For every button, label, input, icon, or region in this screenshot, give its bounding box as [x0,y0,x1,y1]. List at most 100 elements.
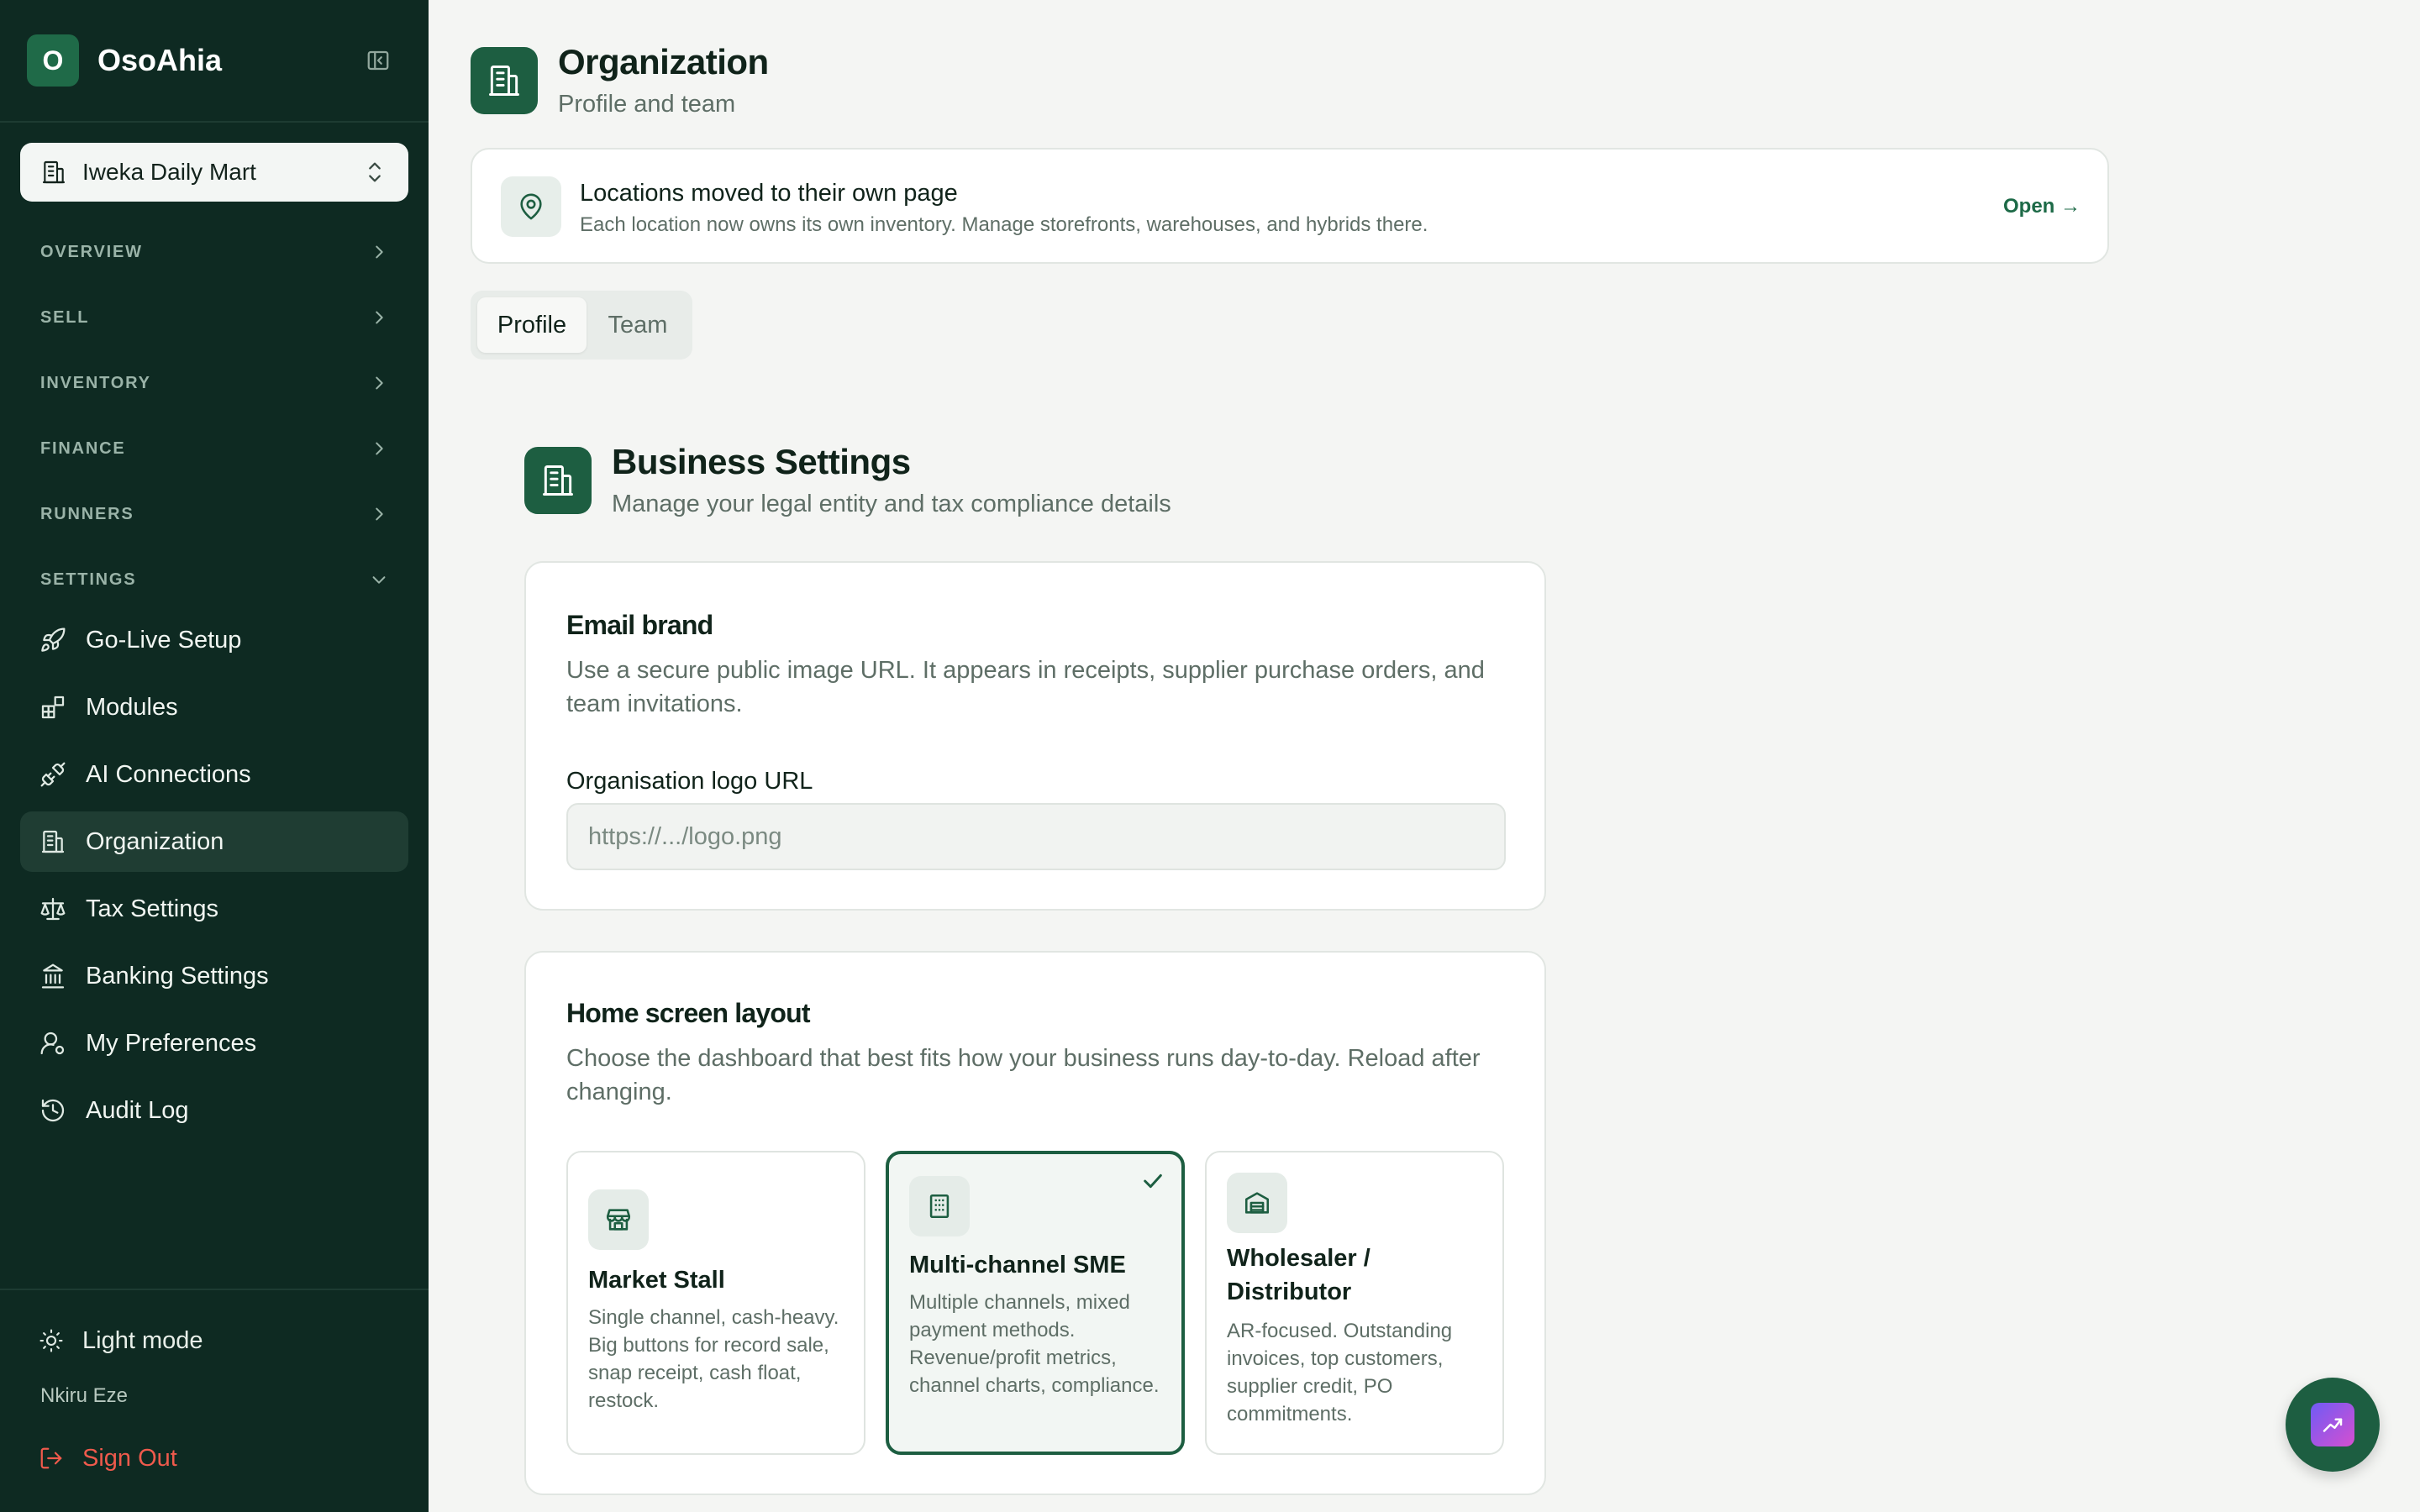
layout-option-description: Single channel, cash-heavy. Big buttons … [588,1306,839,1412]
chevron-right-icon [376,442,383,455]
sidebar: O OsoAhia Iweka Daily Mart OVERVIEW SELL… [0,0,429,1512]
page-title: Organization [558,42,769,81]
email-brand-title: Email brand [566,610,713,640]
logo-url-label: Organisation logo URL [566,768,813,795]
building-icon [39,827,67,856]
layout-option-title: Multi-channel SME [909,1252,1126,1278]
sidebar-item-go-live-setup[interactable]: Go-Live Setup [20,610,408,670]
sign-out-button[interactable]: Sign Out [39,1441,177,1475]
profile-tabs: Profile Team [471,291,692,360]
notice-title: Locations moved to their own page [580,180,958,207]
home-layout-title: Home screen layout [566,998,811,1028]
log-out-icon [40,1447,62,1469]
history-icon [39,1096,67,1125]
sidebar-collapse-button[interactable] [361,44,395,77]
user-name: Nkiru Eze [40,1384,129,1407]
home-layout-description: Choose the dashboard that best fits how … [566,1045,1481,1105]
notice-open-link[interactable]: Open → [2003,195,2081,218]
brand-name: OsoAhia [97,43,223,77]
business-settings-title: Business Settings [612,442,911,481]
light-mode-toggle[interactable]: Light mode [39,1324,203,1357]
chevron-down-icon [372,576,386,584]
sidebar-section-settings[interactable]: SETTINGS [40,563,388,596]
layout-option-multi-channel-sme[interactable]: Multi-channel SME Multiple channels, mix… [886,1151,1185,1455]
business-settings-subtitle: Manage your legal entity and tax complia… [612,491,1171,517]
sidebar-toggle-icon [367,50,389,71]
sidebar-section-label: SELL [40,307,90,327]
layout-option-description: AR-focused. Outstanding invoices, top cu… [1227,1320,1453,1425]
org-selector[interactable]: Iweka Daily Mart [20,143,408,202]
sidebar-divider [0,121,429,123]
tab-team[interactable]: Team [590,297,686,353]
email-brand-description: Use a secure public image URL. It appear… [566,657,1485,717]
business-settings-icon [524,447,592,514]
sidebar-item-label: Organization [86,827,224,855]
store-icon [588,1189,649,1250]
chevron-right-icon [376,507,383,521]
sidebar-item-my-preferences[interactable]: My Preferences [20,1013,408,1074]
building-icon [543,465,573,496]
insights-fab-button[interactable] [2286,1378,2380,1472]
sidebar-section-label: OVERVIEW [40,242,143,261]
page-header-icon [471,47,538,114]
chevron-right-icon [376,245,383,259]
tab-profile[interactable]: Profile [477,297,587,353]
layout-option-title: Wholesaler / Distributor [1227,1245,1370,1305]
sidebar-section-label: FINANCE [40,438,126,458]
sidebar-section-label: INVENTORY [40,373,151,392]
warehouse-icon [1227,1173,1287,1233]
brand-logo: O [27,34,79,87]
sidebar-section-sell[interactable]: SELL [40,301,388,334]
modules-icon [39,693,67,722]
sidebar-item-label: Tax Settings [86,895,218,922]
sidebar-item-label: Banking Settings [86,962,269,990]
org-selector-label: Iweka Daily Mart [82,159,256,185]
rocket-icon [39,626,67,654]
sidebar-section-overview[interactable]: OVERVIEW [40,235,388,269]
home-layout-card: Home screen layout Choose the dashboard … [524,951,1546,1495]
sidebar-footer-divider [0,1289,429,1290]
sidebar-item-ai-connections[interactable]: AI Connections [20,744,408,805]
sidebar-item-banking-settings[interactable]: Banking Settings [20,946,408,1006]
chevron-right-icon [376,311,383,324]
sidebar-section-label: RUNNERS [40,504,134,523]
sidebar-item-audit-log[interactable]: Audit Log [20,1080,408,1141]
locations-notice: Locations moved to their own page Each l… [471,148,2109,264]
sun-icon [39,1329,63,1352]
map-pin-icon [501,176,561,237]
sidebar-item-tax-settings[interactable]: Tax Settings [20,879,408,939]
layout-option-title: Market Stall [588,1267,725,1294]
sidebar-item-label: Audit Log [86,1096,189,1124]
sign-out-label: Sign Out [82,1444,177,1472]
building-icon [489,66,519,96]
layout-option-description: Multiple channels, mixed payment methods… [909,1291,1160,1397]
scale-icon [39,895,67,923]
sidebar-item-modules[interactable]: Modules [20,677,408,738]
email-brand-card: Email brand Use a secure public image UR… [524,561,1546,911]
brand[interactable]: O OsoAhia [27,34,222,87]
sidebar-item-label: Modules [86,693,178,721]
notice-description: Each location now owns its own inventory… [580,213,1428,236]
chevron-up-down-icon [369,162,381,182]
sidebar-section-label: SETTINGS [40,570,137,589]
office-building-icon [909,1176,970,1236]
page-subtitle: Profile and team [558,91,736,118]
sidebar-item-label: Go-Live Setup [86,626,242,654]
check-icon [1144,1173,1162,1189]
sidebar-item-label: My Preferences [86,1029,257,1057]
user-gear-icon [39,1029,67,1058]
bank-icon [39,962,67,990]
layout-option-wholesaler[interactable]: Wholesaler / Distributor AR-focused. Out… [1205,1151,1504,1455]
sidebar-section-finance[interactable]: FINANCE [40,432,388,465]
trend-chart-icon [2311,1403,2354,1446]
light-mode-label: Light mode [82,1326,203,1354]
chevron-right-icon [376,376,383,390]
sidebar-section-inventory[interactable]: INVENTORY [40,366,388,400]
logo-url-input[interactable] [566,803,1506,870]
layout-option-market-stall[interactable]: Market Stall Single channel, cash-heavy.… [566,1151,865,1455]
sidebar-item-organization[interactable]: Organization [20,811,408,872]
sidebar-item-label: AI Connections [86,760,251,788]
building-icon [42,160,66,184]
plug-icon [39,760,67,789]
sidebar-section-runners[interactable]: RUNNERS [40,497,388,531]
